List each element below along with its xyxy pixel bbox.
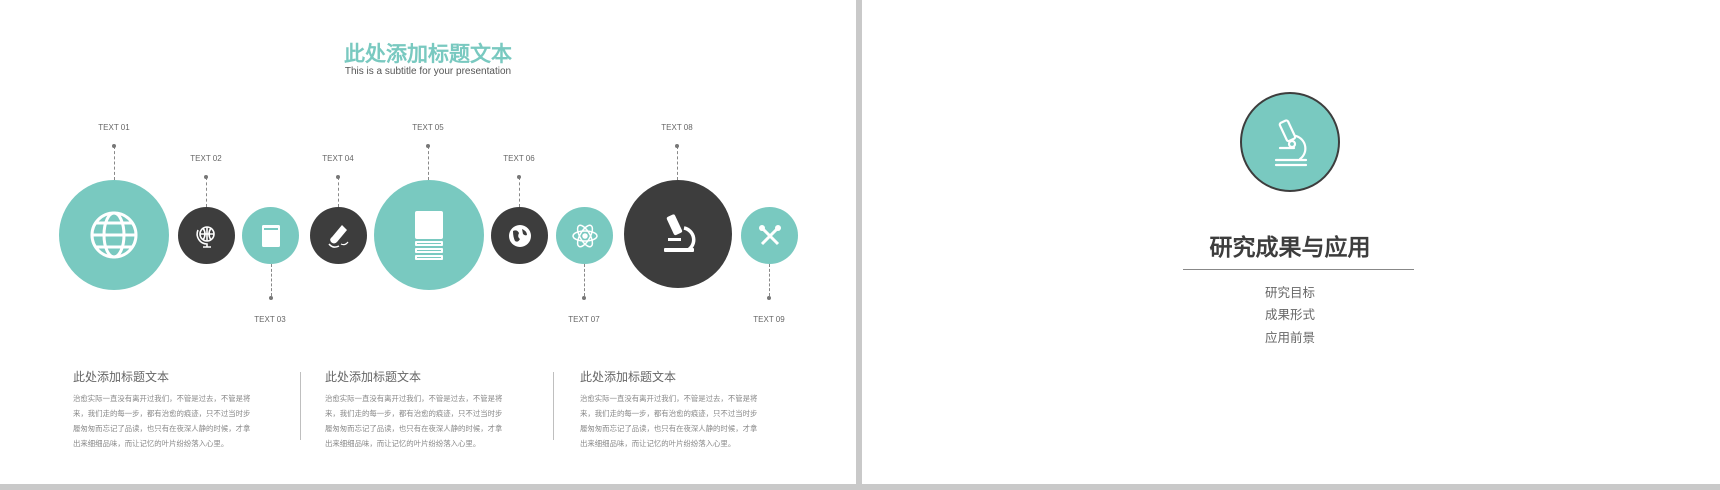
books-stack-icon (415, 211, 443, 260)
column-divider (300, 372, 301, 440)
body-line: 出来细细品味，而让记忆的叶片纷纷落入心里。 (580, 439, 736, 448)
column-title: 此处添加标题文本 (73, 370, 170, 384)
column-title: 此处添加标题文本 (325, 370, 422, 384)
connector-dot (336, 175, 340, 179)
slide-subtitle: This is a subtitle for your presentation (344, 66, 512, 77)
slide-title: 此处添加标题文本 (344, 42, 512, 66)
timeline-node-03 (242, 207, 299, 264)
timeline-label-04: TEXT 04 (322, 154, 354, 163)
earth-icon (508, 224, 531, 247)
connector-line (584, 264, 585, 296)
connector-dot (582, 296, 586, 300)
column-title: 此处添加标题文本 (580, 370, 677, 384)
body-line: 出来细细品味，而让记忆的叶片纷纷落入心里。 (73, 439, 229, 448)
timeline-node-09 (741, 207, 798, 264)
text-column-3: 此处添加标题文本 治愈实际一直没有离开过我们，不管是过去，不管是将 来，我们走的… (580, 368, 780, 451)
text-column-2: 此处添加标题文本 治愈实际一直没有离开过我们，不管是过去，不管是将 来，我们走的… (325, 368, 525, 451)
timeline-label-03: TEXT 03 (254, 315, 286, 324)
timeline-label-09: TEXT 09 (753, 315, 785, 324)
connector-dot (426, 144, 430, 148)
body-line: 履匆匆而忘记了品读，也只有在夜深人静的时候，才拿 (580, 424, 758, 433)
microscope-icon (1274, 119, 1308, 167)
timeline-node-01 (59, 180, 169, 290)
column-body: 治愈实际一直没有离开过我们，不管是过去，不管是将 来，我们走的每一步，都有治愈的… (73, 391, 273, 451)
timeline-node-07 (556, 207, 613, 264)
timeline-label-02: TEXT 02 (190, 154, 222, 163)
test-tube-icon (327, 224, 348, 248)
section-item: 应用前景 (1264, 330, 1315, 345)
connector-dot (112, 144, 116, 148)
timeline-label-05: TEXT 05 (412, 123, 444, 132)
timeline-node-06 (491, 207, 548, 264)
timeline-label-01: TEXT 01 (98, 123, 130, 132)
connector-dot (767, 296, 771, 300)
body-line: 治愈实际一直没有离开过我们，不管是过去，不管是将 (580, 394, 758, 403)
section-item: 成果形式 (1264, 307, 1315, 322)
timeline-label-08: TEXT 08 (661, 123, 693, 132)
timeline-node-08 (624, 180, 732, 288)
connector-line (206, 177, 207, 207)
section-title: 研究成果与应用 (1209, 235, 1371, 261)
connector-dot (517, 175, 521, 179)
slide-timeline: 此处添加标题文本 This is a subtitle for your pre… (0, 0, 856, 484)
body-line: 治愈实际一直没有离开过我们，不管是过去，不管是将 (325, 394, 503, 403)
globe-icon (90, 211, 138, 259)
connector-dot (269, 296, 273, 300)
connector-dot (204, 175, 208, 179)
title-divider (1183, 269, 1414, 270)
connector-line (338, 177, 339, 207)
text-column-1: 此处添加标题文本 治愈实际一直没有离开过我们，不管是过去，不管是将 来，我们走的… (73, 368, 273, 451)
connector-line (114, 146, 115, 180)
timeline-label-06: TEXT 06 (503, 154, 535, 163)
timeline-node-05 (374, 180, 484, 290)
section-item: 研究目标 (1264, 285, 1315, 300)
timeline-label-07: TEXT 07 (568, 315, 600, 324)
connector-line (519, 177, 520, 207)
connector-line (271, 264, 272, 296)
timeline-node-04 (310, 207, 367, 264)
timeline-node-02 (178, 207, 235, 264)
body-line: 履匆匆而忘记了品读，也只有在夜深人静的时候，才拿 (325, 424, 503, 433)
body-line: 来，我们走的每一步，都有治愈的痕迹，只不过当时步 (580, 409, 758, 418)
body-line: 出来细细品味，而让记忆的叶片纷纷落入心里。 (325, 439, 481, 448)
column-divider (553, 372, 554, 440)
connector-dot (675, 144, 679, 148)
microscope-icon (664, 214, 696, 252)
body-line: 治愈实际一直没有离开过我们，不管是过去，不管是将 (73, 394, 251, 403)
book-icon (261, 224, 280, 247)
section-icon-circle (1240, 92, 1340, 192)
slide-section: 研究成果与应用 研究目标 成果形式 应用前景 (862, 0, 1720, 484)
atom-icon (571, 224, 598, 247)
body-line: 来，我们走的每一步，都有治愈的痕迹，只不过当时步 (73, 409, 251, 418)
desk-globe-icon (195, 225, 215, 248)
body-line: 来，我们走的每一步，都有治愈的痕迹，只不过当时步 (325, 409, 503, 418)
body-line: 履匆匆而忘记了品读，也只有在夜深人静的时候，才拿 (73, 424, 251, 433)
column-body: 治愈实际一直没有离开过我们，不管是过去，不管是将 来，我们走的每一步，都有治愈的… (325, 391, 525, 451)
dna-icon (758, 224, 781, 245)
connector-line (677, 146, 678, 180)
column-body: 治愈实际一直没有离开过我们，不管是过去，不管是将 来，我们走的每一步，都有治愈的… (580, 391, 780, 451)
connector-line (769, 264, 770, 296)
connector-line (428, 146, 429, 180)
